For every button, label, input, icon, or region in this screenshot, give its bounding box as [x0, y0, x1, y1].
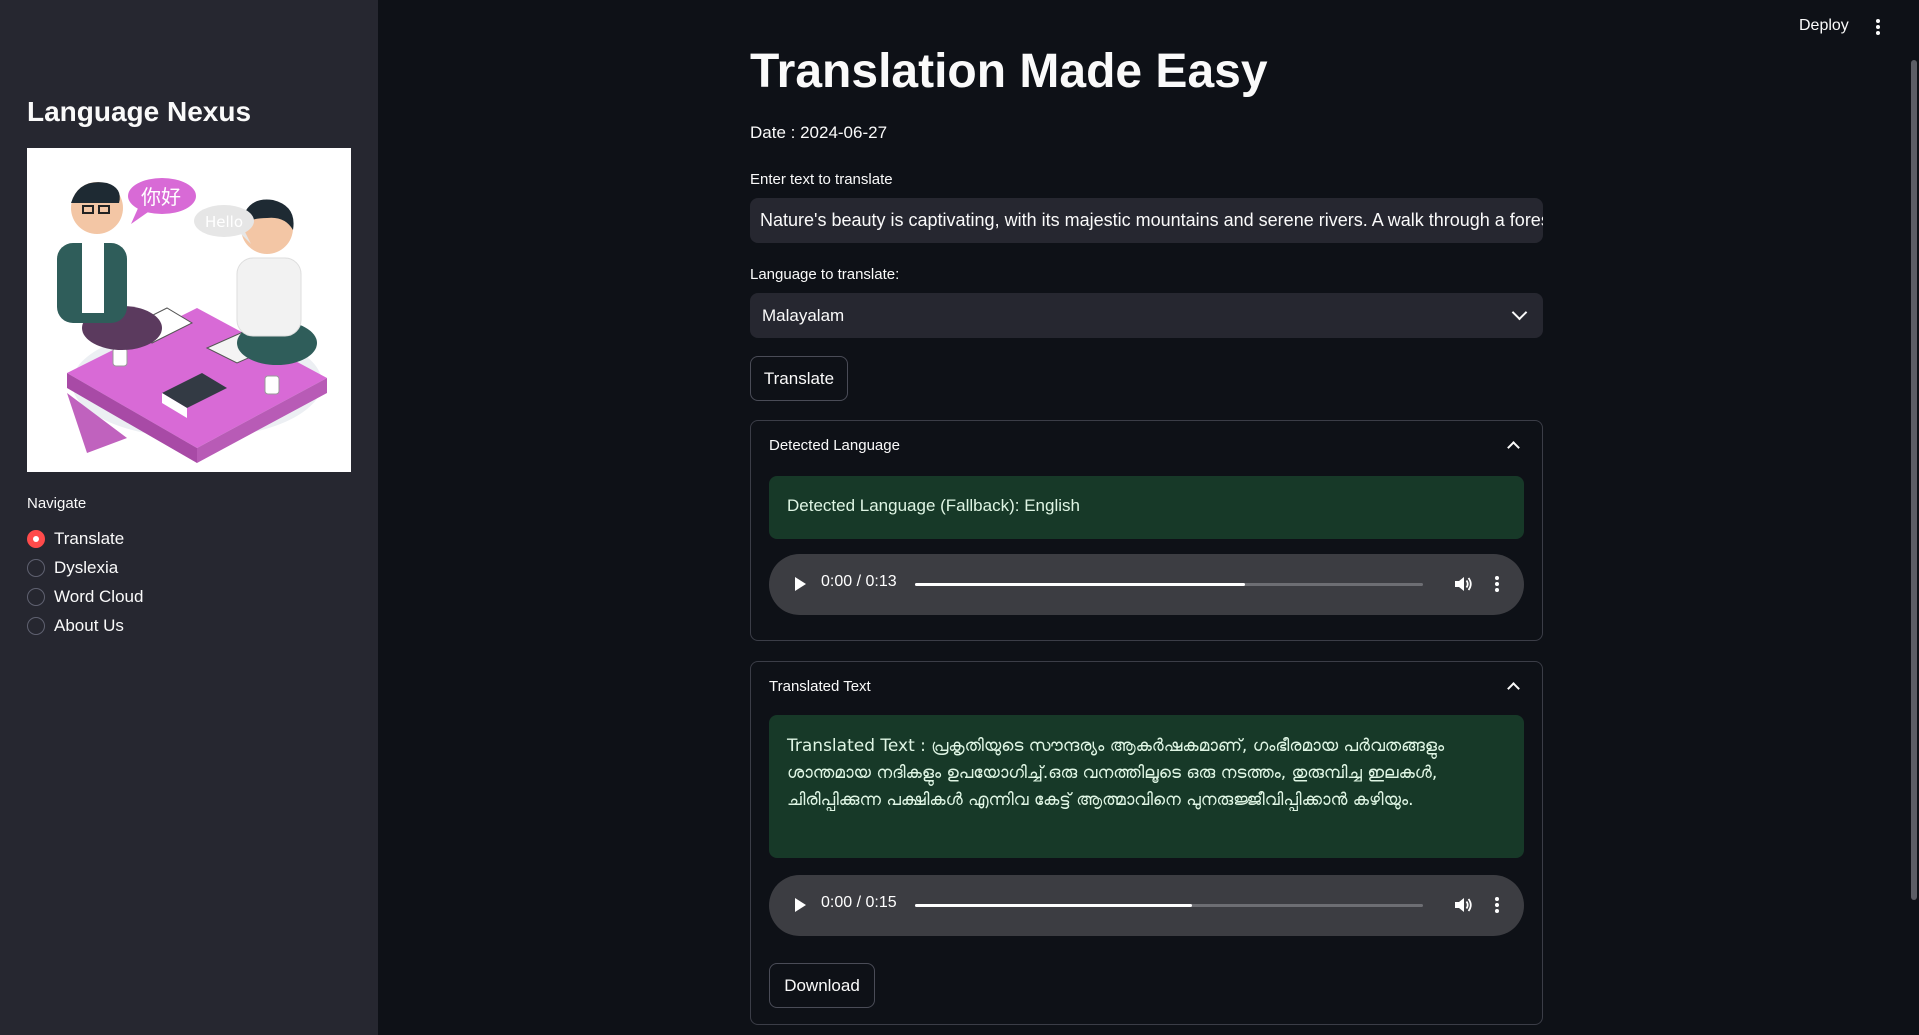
more-options-icon[interactable] [1493, 895, 1501, 915]
language-select-value: Malayalam [762, 305, 845, 325]
chevron-up-icon[interactable] [1507, 682, 1520, 695]
chevron-down-icon [1511, 304, 1528, 321]
audio-progress-bar[interactable] [915, 583, 1423, 586]
radio-selected-icon[interactable] [27, 529, 45, 548]
expander-header[interactable]: Detected Language [769, 437, 900, 454]
nav-option-about-us[interactable]: About Us [27, 611, 143, 640]
translated-text-expander: Translated Text Translated Text : പ്രകൃത… [750, 661, 1543, 1025]
download-button[interactable]: Download [769, 963, 875, 1008]
app-title: Language Nexus [27, 96, 252, 127]
page-scrollbar[interactable] [1911, 60, 1917, 900]
detected-language-expander: Detected Language Detected Language (Fal… [750, 420, 1543, 641]
nav-option-dyslexia[interactable]: Dyslexia [27, 553, 143, 582]
bubble-text-hello: Hello [205, 213, 243, 231]
chevron-up-icon[interactable] [1507, 441, 1520, 454]
audio-player: 0:00 / 0:15 [769, 875, 1524, 936]
bubble-text-chinese: 你好 [141, 185, 181, 209]
nav-option-label: Dyslexia [54, 557, 119, 577]
audio-time: 0:00 / 0:15 [821, 894, 897, 911]
navigation-radio-group: Translate Dyslexia Word Cloud About Us [27, 524, 143, 640]
translate-text-value: Nature's beauty is captivating, with its… [760, 210, 1543, 230]
detected-language-alert: Detected Language (Fallback): English [769, 476, 1524, 539]
sidebar: Language Nexus 你好 Hello Navigate Transla… [0, 0, 378, 1035]
translate-button[interactable]: Translate [750, 356, 848, 401]
nav-option-label: About Us [54, 615, 124, 635]
nav-option-label: Word Cloud [54, 586, 144, 606]
translate-text-input[interactable]: Nature's beauty is captivating, with its… [750, 198, 1543, 243]
play-icon[interactable] [795, 898, 806, 912]
audio-time: 0:00 / 0:13 [821, 573, 897, 590]
radio-unselected-icon[interactable] [27, 587, 45, 606]
volume-icon[interactable] [1453, 895, 1473, 915]
navigate-label: Navigate [27, 495, 87, 512]
date-text: Date : 2024-06-27 [750, 123, 888, 142]
audio-progress-bar[interactable] [915, 904, 1423, 907]
nav-option-word-cloud[interactable]: Word Cloud [27, 582, 143, 611]
deploy-button[interactable]: Deploy [1799, 17, 1849, 35]
sidebar-illustration: 你好 Hello [27, 148, 351, 472]
volume-icon[interactable] [1453, 574, 1473, 594]
audio-progress-fill [915, 583, 1246, 586]
radio-unselected-icon[interactable] [27, 558, 45, 577]
page-title: Translation Made Easy [750, 45, 1268, 98]
language-select[interactable]: Malayalam [750, 293, 1543, 338]
play-icon[interactable] [795, 577, 806, 591]
text-input-label: Enter text to translate [750, 171, 893, 188]
translated-text: Translated Text : പ്രകൃതിയുടെ സൗന്ദര്യം … [787, 736, 1445, 810]
nav-option-label: Translate [54, 528, 125, 548]
audio-player: 0:00 / 0:13 [769, 554, 1524, 615]
detected-language-text: Detected Language (Fallback): English [787, 496, 1080, 515]
language-select-label: Language to translate: [750, 266, 900, 283]
translated-text-alert: Translated Text : പ്രകൃതിയുടെ സൗന്ദര്യം … [769, 715, 1524, 858]
radio-unselected-icon[interactable] [27, 616, 45, 635]
audio-progress-fill [915, 904, 1192, 907]
expander-header[interactable]: Translated Text [769, 678, 871, 695]
more-options-icon[interactable] [1493, 574, 1501, 594]
nav-option-translate[interactable]: Translate [27, 524, 143, 553]
kebab-menu-icon[interactable] [1872, 17, 1884, 37]
people-talking-illustration: 你好 Hello [27, 148, 351, 472]
